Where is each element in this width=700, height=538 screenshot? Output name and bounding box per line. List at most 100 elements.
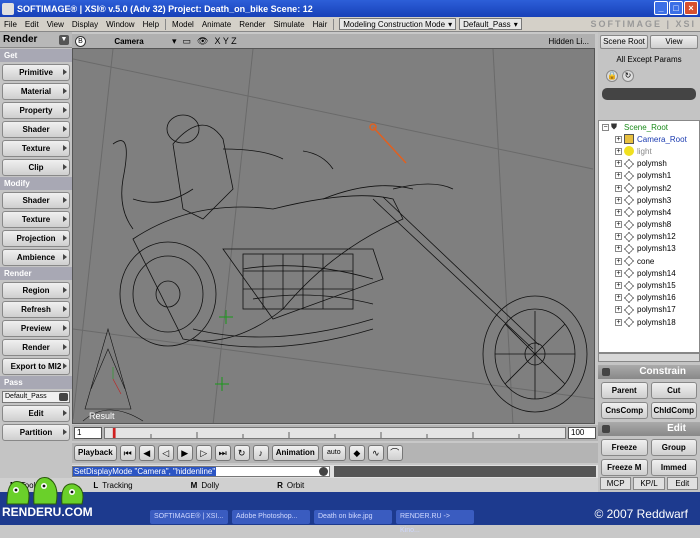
modify-projection-button[interactable]: Projection (2, 230, 70, 247)
axes-label[interactable]: X Y Z (214, 36, 236, 46)
time-slider[interactable] (104, 427, 566, 439)
next-frame-icon[interactable]: ▷ (195, 445, 212, 461)
expand-icon[interactable]: + (615, 147, 622, 155)
tree-item[interactable]: + polymsh16 (599, 292, 699, 304)
explorer-filter[interactable]: All Except Params (602, 54, 696, 66)
expand-icon[interactable]: + (615, 233, 622, 241)
tree-item[interactable]: + polymsh1 (599, 170, 699, 182)
constrain-cut-button[interactable]: Cut (650, 382, 697, 399)
command-line[interactable]: SetDisplayMode "Camera", "hiddenline" (72, 465, 598, 478)
pass-edit-button[interactable]: Edit (2, 405, 70, 422)
play-icon[interactable]: ▶ (176, 445, 193, 461)
tab-edit[interactable]: Edit (666, 477, 698, 490)
viewport-letter[interactable]: B (75, 35, 86, 47)
last-frame-icon[interactable]: ⏭ (214, 445, 231, 461)
expand-icon[interactable]: + (615, 282, 622, 290)
magnet-icon[interactable]: ⌒ (386, 445, 403, 461)
first-frame-icon[interactable]: ⏮ (119, 445, 136, 461)
view-button[interactable]: View (650, 35, 698, 49)
expand-icon[interactable]: + (615, 245, 622, 253)
expand-icon[interactable]: + (615, 135, 622, 143)
menu-render[interactable]: Render (235, 20, 269, 29)
timeline-start[interactable]: 1 (74, 427, 102, 439)
render-render-button[interactable]: Render (2, 339, 70, 356)
playback-button[interactable]: Playback (74, 445, 117, 461)
expand-icon[interactable]: + (615, 257, 622, 265)
edit-immed-button[interactable]: Immed (650, 459, 697, 476)
tab-kp-l[interactable]: KP/L (633, 477, 665, 490)
loop-icon[interactable]: ↻ (233, 445, 250, 461)
get-primitive-button[interactable]: Primitive (2, 64, 70, 81)
maximize-button[interactable]: □ (669, 1, 683, 15)
close-button[interactable]: × (684, 1, 698, 15)
edit-freeze-m-button[interactable]: Freeze M (601, 459, 648, 476)
taskbar-item[interactable]: Adobe Photoshop... (232, 510, 310, 524)
render-region-button[interactable]: Region (2, 282, 70, 299)
tree-item[interactable]: + Camera_Root (599, 133, 699, 145)
chevron-down-icon[interactable]: ▾ (172, 36, 177, 47)
modify-texture-button[interactable]: Texture (2, 211, 70, 228)
menu-hair[interactable]: Hair (309, 20, 332, 29)
refresh-icon[interactable]: ↻ (622, 70, 634, 82)
constrain-parent-button[interactable]: Parent (601, 382, 648, 399)
chevron-down-icon[interactable] (319, 467, 328, 476)
explorer-search[interactable] (602, 88, 696, 100)
lock-icon[interactable]: 🔒 (606, 70, 618, 82)
render-preview-button[interactable]: Preview (2, 320, 70, 337)
script-input[interactable]: SetDisplayMode "Camera", "hiddenline" (72, 466, 330, 477)
pass-combo[interactable]: Default_Pass ▾ (459, 18, 522, 30)
expand-icon[interactable]: + (615, 184, 622, 192)
constrain-chldcomp-button[interactable]: ChldComp (650, 402, 697, 419)
edit-header[interactable]: Edit (598, 422, 700, 436)
menu-display[interactable]: Display (68, 20, 102, 29)
tree-item[interactable]: + polymsh15 (599, 279, 699, 291)
get-clip-button[interactable]: Clip (2, 159, 70, 176)
animation-button[interactable]: Animation (271, 445, 319, 461)
menu-help[interactable]: Help (139, 20, 163, 29)
render-refresh-button[interactable]: Refresh (2, 301, 70, 318)
taskbar-item[interactable]: RENDER.RU -> Kino... (396, 510, 474, 534)
render-export-to-mi2-button[interactable]: Export to MI2 (2, 358, 70, 375)
expand-icon[interactable]: + (615, 306, 622, 314)
tree-item[interactable]: + cone (599, 255, 699, 267)
tree-item[interactable]: − ⛊ Scene_Root (599, 121, 699, 133)
expand-icon[interactable]: + (615, 160, 622, 168)
get-property-button[interactable]: Property (2, 102, 70, 119)
eye-icon[interactable]: 👁 (197, 36, 208, 47)
menu-edit[interactable]: Edit (21, 20, 43, 29)
tab-mcp[interactable]: MCP (600, 477, 632, 490)
auto-key-button[interactable]: auto (321, 445, 346, 461)
expand-icon[interactable]: + (615, 172, 622, 180)
menu-file[interactable]: File (0, 20, 21, 29)
tree-item[interactable]: + polymsh2 (599, 182, 699, 194)
tree-item[interactable]: + polymsh3 (599, 194, 699, 206)
modify-ambience-button[interactable]: Ambience (2, 249, 70, 266)
tree-item[interactable]: + light (599, 145, 699, 157)
tree-item[interactable]: + polymsh18 (599, 316, 699, 328)
tree-item[interactable]: + polymsh13 (599, 243, 699, 255)
menu-window[interactable]: Window (102, 20, 138, 29)
expand-icon[interactable]: − (602, 123, 609, 131)
tree-item[interactable]: + polymsh (599, 158, 699, 170)
expand-icon[interactable]: + (615, 294, 622, 302)
toolbar-title[interactable]: Render ▼ (0, 32, 72, 48)
tree-item[interactable]: + polymsh4 (599, 206, 699, 218)
camera-viewport[interactable]: Result (72, 48, 595, 424)
pass-select[interactable]: Default_Pass (2, 391, 70, 403)
get-material-button[interactable]: Material (2, 83, 70, 100)
tree-item[interactable]: + polymsh17 (599, 304, 699, 316)
minimize-button[interactable]: _ (654, 1, 668, 15)
taskbar-item[interactable]: Death on bike.jpg (314, 510, 392, 524)
get-texture-button[interactable]: Texture (2, 140, 70, 157)
timeline-end[interactable]: 100 (568, 427, 596, 439)
get-shader-button[interactable]: Shader (2, 121, 70, 138)
edit-group-button[interactable]: Group (650, 439, 697, 456)
frame-icon[interactable]: ▭ (183, 36, 192, 47)
menu-simulate[interactable]: Simulate (269, 20, 308, 29)
expand-icon[interactable]: + (615, 269, 622, 277)
menu-model[interactable]: Model (168, 20, 198, 29)
display-mode[interactable]: Hidden Li... (549, 37, 589, 46)
key-icon[interactable]: ◆ (348, 445, 365, 461)
expand-icon[interactable]: + (615, 196, 622, 204)
explorer-scrollbar[interactable] (598, 353, 700, 362)
